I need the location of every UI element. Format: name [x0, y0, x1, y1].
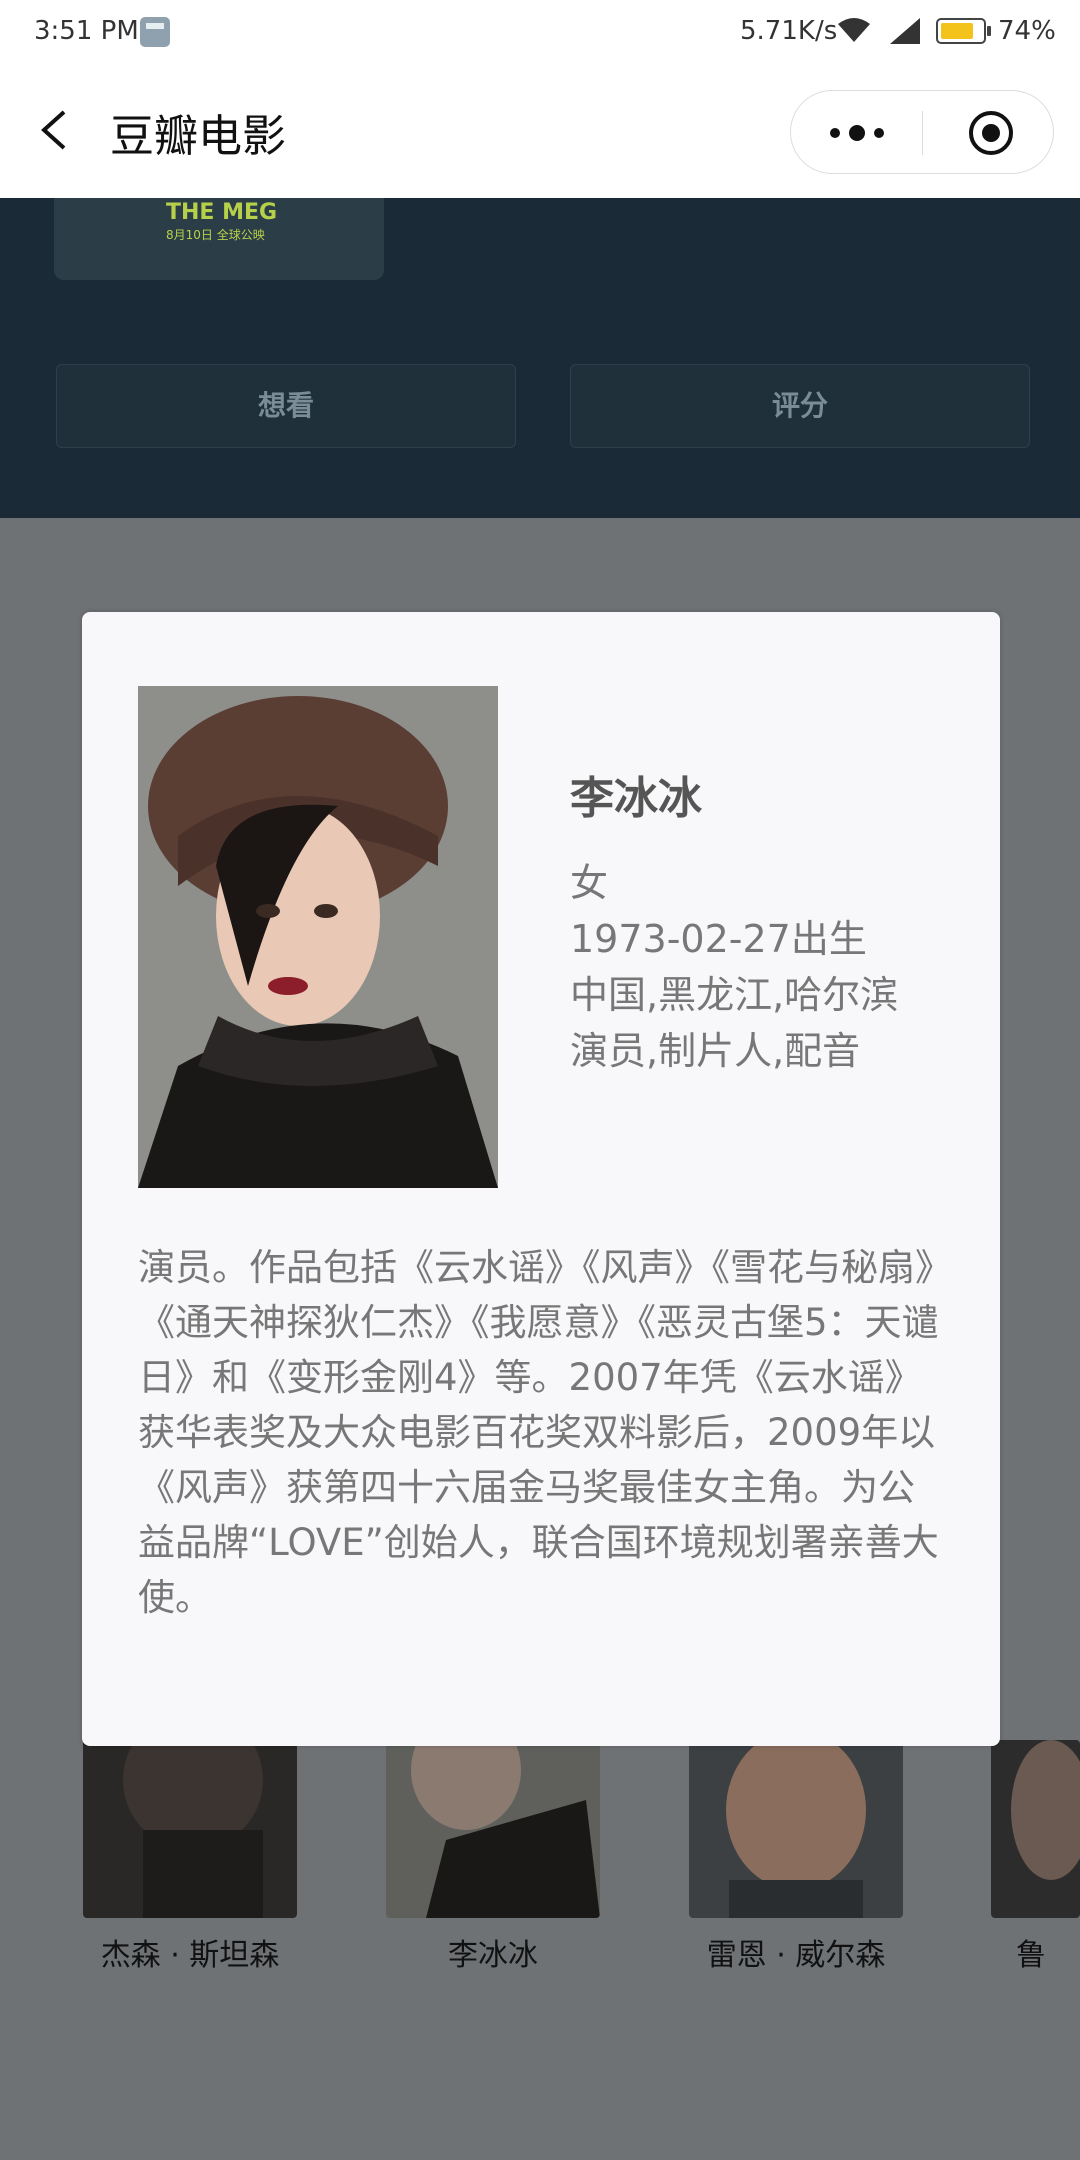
- movie-poster[interactable]: THE MEG 8月10日 全球公映: [54, 198, 384, 280]
- celebrity-gender: 女: [570, 861, 609, 905]
- cast-photo[interactable]: [689, 1740, 903, 1918]
- more-icon[interactable]: [827, 119, 887, 147]
- cast-name[interactable]: 鲁: [1016, 1930, 1080, 1974]
- cast-photo[interactable]: [83, 1740, 297, 1918]
- want-to-watch-button[interactable]: 想看: [56, 364, 516, 448]
- signal-icon: [890, 18, 920, 44]
- poster-subtitle: 8月10日 全球公映: [166, 228, 265, 242]
- celebrity-profession: 演员,制片人,配音: [570, 1029, 861, 1073]
- close-miniprogram-icon[interactable]: [967, 109, 1015, 157]
- miniprogram-capsule: [790, 90, 1054, 174]
- cast-name[interactable]: 雷恩 · 威尔森: [666, 1930, 926, 1974]
- rate-button[interactable]: 评分: [570, 364, 1030, 448]
- cast-photo[interactable]: [386, 1740, 600, 1918]
- poster-title: THE MEG: [166, 200, 278, 225]
- cast-portrait-icon: [689, 1740, 903, 1918]
- capsule-divider: [922, 111, 923, 155]
- celebrity-photo: [138, 686, 498, 1188]
- celebrity-birthplace: 中国,黑龙江,哈尔滨: [570, 973, 899, 1017]
- network-speed: 5.71K/s: [740, 16, 838, 46]
- status-bar: 3:51 PM 5.71K/s 74%: [0, 0, 1080, 62]
- cast-name[interactable]: 杰森 · 斯坦森: [60, 1930, 320, 1974]
- cast-portrait-icon: [83, 1740, 297, 1918]
- status-time: 3:51 PM: [34, 16, 139, 46]
- portrait-image-icon: [138, 686, 498, 1188]
- back-arrow-icon[interactable]: [38, 108, 68, 152]
- battery-percent: 74%: [998, 16, 1056, 46]
- celebrity-name: 李冰冰: [570, 773, 702, 824]
- celebrity-info-modal[interactable]: 李冰冰 女 1973-02-27出生 中国,黑龙江,哈尔滨 演员,制片人,配音 …: [82, 612, 1000, 1746]
- cast-portrait-icon: [386, 1740, 600, 1918]
- battery-icon: [936, 18, 991, 44]
- celebrity-birth: 1973-02-27出生: [570, 917, 867, 961]
- calculator-icon: [140, 17, 170, 47]
- cast-name[interactable]: 李冰冰: [363, 1930, 623, 1974]
- page-title: 豆瓣电影: [110, 111, 286, 162]
- celebrity-bio: 演员。作品包括《云水谣》《风声》《雪花与秘扇》《通天神探狄仁杰》《我愿意》《恶灵…: [138, 1246, 939, 1619]
- wifi-icon: [838, 18, 870, 42]
- cast-photo[interactable]: [991, 1740, 1080, 1918]
- cast-portrait-icon: [991, 1740, 1080, 1918]
